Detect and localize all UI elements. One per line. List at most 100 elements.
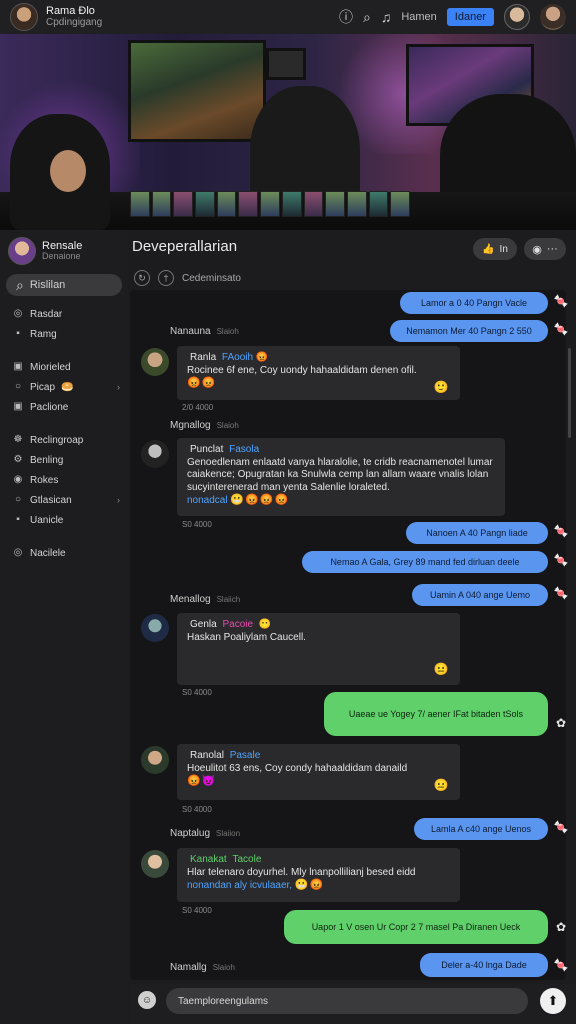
reaction-icon[interactable]: 🍬 xyxy=(552,292,570,310)
incoming-message[interactable]: Kanakat Tacole Hlar telenaro doyurhel. M… xyxy=(177,848,460,902)
sidebar-item-reclingroap[interactable]: ☸ Reclingroap xyxy=(0,430,128,450)
incoming-message[interactable]: Ranolal Pasale Hoeulitot 63 ens, Coy con… xyxy=(177,744,460,800)
sidebar-item-benling[interactable]: ⚙ Benling xyxy=(0,450,128,470)
outgoing-message[interactable]: Nemao A Gala, Grey 89 mand fed dirluan d… xyxy=(302,551,548,573)
message-avatar[interactable] xyxy=(141,850,169,878)
outgoing-message[interactable]: Nanoen A 40 Pangn liade xyxy=(406,522,548,544)
info-icon[interactable]: ⓘ xyxy=(339,10,353,24)
sender-name: Menallog Slaiich xyxy=(170,594,240,605)
attach-icon[interactable]: ☺ xyxy=(138,991,156,1009)
reaction-emoji[interactable]: 😐 xyxy=(432,776,450,794)
message-input[interactable]: Taemploreengulams xyxy=(166,988,528,1014)
app-avatar[interactable] xyxy=(10,3,38,31)
like-button[interactable]: 👍 In xyxy=(473,238,517,260)
message-avatar[interactable] xyxy=(141,440,169,468)
sidebar-profile[interactable]: Rensale Denaione xyxy=(0,230,128,272)
message-avatar[interactable] xyxy=(141,348,169,376)
send-icon[interactable]: ⬆ xyxy=(540,988,566,1014)
sidebar-item-label: Benling xyxy=(30,454,64,466)
sidebar-item-miorieled[interactable]: ▣ Miorieled xyxy=(0,357,128,377)
circle-icon: ○ xyxy=(14,494,22,505)
channel-subtitle: Cedeminsato xyxy=(182,272,241,284)
reaction-icon[interactable]: ✿ xyxy=(552,714,570,732)
author-tag: Pasale xyxy=(229,750,261,761)
user-avatar[interactable] xyxy=(504,4,530,30)
sidebar-item-label: Miorieled xyxy=(30,361,71,373)
sidebar-item-ramg[interactable]: ▪ Ramg xyxy=(0,324,128,344)
author-name: Punclat xyxy=(190,444,224,455)
message-author: Kanakat Tacole xyxy=(187,854,450,867)
sidebar-item-label: Uanicle xyxy=(30,514,64,526)
sidebar-search[interactable]: ⌕ Rislilan xyxy=(6,274,122,296)
outgoing-message[interactable]: Lamla A c40 ange Uenos xyxy=(414,818,548,840)
author-name: Genla xyxy=(190,619,217,630)
author-tag: Pacoie xyxy=(222,619,254,630)
pin-icon[interactable]: † xyxy=(158,270,174,286)
incoming-message[interactable]: Genla Pacoie 😶 Haskan Poaliylam Caucell. xyxy=(177,613,460,685)
sidebar-item-picap[interactable]: ○ Picap 🥯 › xyxy=(0,377,128,397)
sidebar-profile-text: Rensale Denaione xyxy=(42,240,82,262)
message-link-row: nonadcal 😬😡😡😡 xyxy=(187,494,495,508)
sidebar-item-nacilele[interactable]: ◎ Nacilele xyxy=(0,543,128,563)
reaction-icon[interactable]: 🍬 xyxy=(552,956,570,974)
sidebar-avatar[interactable] xyxy=(8,237,36,265)
incoming-message[interactable]: Punclat Fasola Genoedlenam enlaatd vanya… xyxy=(177,438,505,516)
sidebar: Rensale Denaione ⌕ Rislilan ◎ Rasdar ▪ Ram… xyxy=(0,230,128,1024)
reaction-icon[interactable]: 🍬 xyxy=(552,320,570,338)
thumbnail xyxy=(216,191,237,217)
sidebar-item-paclione[interactable]: ▣ Paclione xyxy=(0,397,128,417)
channel-title: Deveperallarian xyxy=(132,238,238,255)
outgoing-message[interactable]: Uaeae ue Yogey 7/ aener IFat bitaden tSo… xyxy=(324,692,548,736)
message-link[interactable]: nonandan aly icvulaaer, xyxy=(187,880,292,891)
reaction-icon[interactable]: 🍬 xyxy=(552,818,570,836)
message-avatar[interactable] xyxy=(141,746,169,774)
outgoing-message[interactable]: Lamor a 0 40 Pangn Vacle xyxy=(400,292,548,314)
thumbnail xyxy=(325,191,345,217)
outgoing-message[interactable]: Nemamon Mer 40 Pangn 2 550 xyxy=(390,320,548,342)
app-subtitle: Cpdingigang xyxy=(46,16,103,28)
scrollbar[interactable] xyxy=(568,348,571,438)
reaction-icon[interactable]: ✿ xyxy=(552,918,570,936)
sidebar-profile-sub: Denaione xyxy=(42,251,81,262)
square-icon: ▪ xyxy=(16,328,20,339)
incoming-message[interactable]: Ranla FAooih 😡 Rocinee 6f ene, Coy uondy… xyxy=(177,346,460,400)
reaction-emoji[interactable]: 🙂 xyxy=(432,378,450,396)
chevron-right-icon[interactable]: › xyxy=(117,495,120,505)
thumbnail-strip xyxy=(130,191,410,217)
banner-image xyxy=(0,34,576,230)
outgoing-message[interactable]: Uamin A 040 ange Uemo xyxy=(412,584,548,606)
sender-label: Naptalug xyxy=(170,828,211,839)
primary-button[interactable]: Idaner xyxy=(446,8,494,26)
reaction-emoji[interactable]: 😐 xyxy=(432,660,450,678)
reaction-icon[interactable]: 🍬 xyxy=(552,584,570,602)
author-name: Ranolal xyxy=(190,750,224,761)
search-icon[interactable]: ⌕ xyxy=(363,10,371,24)
thumbnail xyxy=(238,191,259,217)
app-title: Rama Ðlo xyxy=(46,4,95,17)
gamer-head xyxy=(50,150,86,192)
message-avatar[interactable] xyxy=(141,614,169,642)
more-button[interactable]: ◉ ··· xyxy=(524,238,566,260)
timestamp: S0 4000 xyxy=(182,688,212,697)
composer: ☺ Taemploreengulams ⬆ xyxy=(130,984,576,1024)
message-author: Ranolal Pasale xyxy=(187,750,450,763)
reaction-icon[interactable]: 🍬 xyxy=(552,551,570,569)
message-link[interactable]: nonadcal xyxy=(187,495,228,506)
circle-icon: ○ xyxy=(14,381,22,392)
outgoing-message[interactable]: Deler a-40 lnga Dade xyxy=(420,953,548,977)
sidebar-item-gtlasican[interactable]: ○ Gtlasican › xyxy=(0,490,128,510)
reaction-icon[interactable]: 🍬 xyxy=(552,522,570,540)
profile-avatar[interactable] xyxy=(540,4,566,30)
refresh-icon[interactable]: ↻ xyxy=(134,270,150,286)
chevron-right-icon[interactable]: › xyxy=(117,382,120,392)
outgoing-message[interactable]: Uapor 1 V osen Ur Copr 2 7 masel Pa Dira… xyxy=(284,910,548,944)
bell-icon[interactable]: ♫ xyxy=(381,10,392,24)
sidebar-item-uanicle[interactable]: ▪ Uanicle xyxy=(0,510,128,530)
sidebar-item-label: Picap xyxy=(30,381,56,393)
user-label[interactable]: Hamen xyxy=(401,11,436,23)
sidebar-item-label: Gtlasican xyxy=(30,494,72,506)
sidebar-item-rasdar[interactable]: ◎ Rasdar xyxy=(0,304,128,324)
sidebar-item-rokes[interactable]: ◉ Rokes xyxy=(0,470,128,490)
